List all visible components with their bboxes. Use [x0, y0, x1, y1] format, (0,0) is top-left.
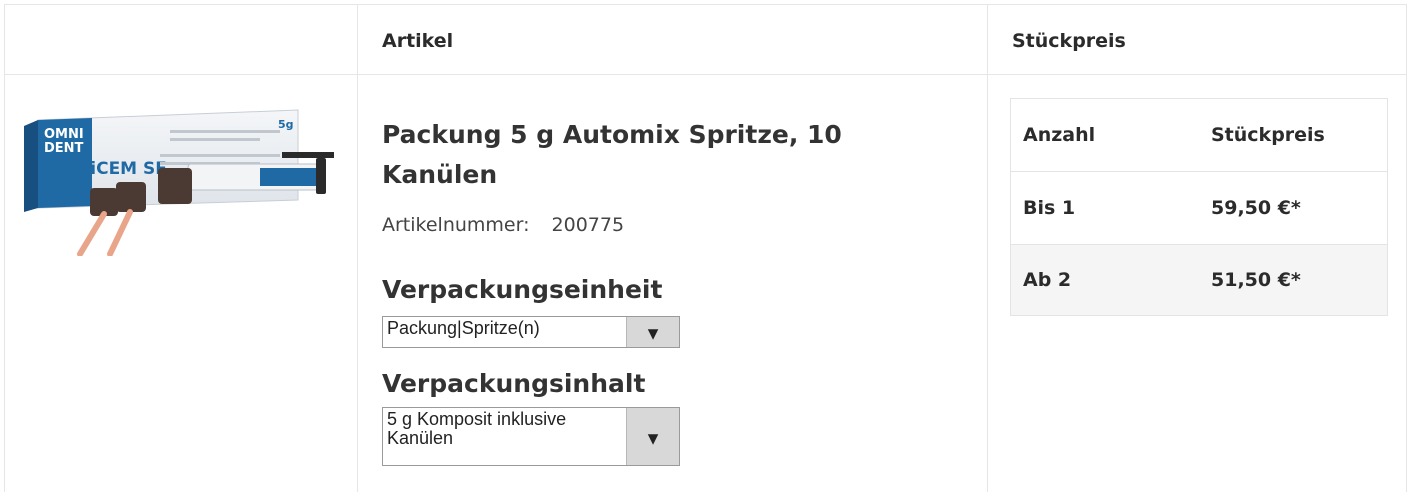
header-quantity: Anzahl	[1023, 124, 1096, 146]
svg-text:DENT: DENT	[44, 141, 84, 156]
header-price: Stückpreis	[1211, 124, 1325, 146]
packaging-unit-select[interactable]: Packung|Spritze(n) ▼	[382, 316, 680, 348]
svg-text:OMNI: OMNI	[44, 127, 84, 142]
price-row: Bis 1 59,50 €*	[1011, 172, 1387, 244]
packaging-unit-value: Packung|Spritze(n)	[387, 318, 540, 338]
price-table-header: Anzahl Stückpreis	[1011, 99, 1387, 171]
packaging-content-label: Verpackungsinhalt	[382, 369, 646, 398]
packaging-content-dropdown-arrow[interactable]: ▼	[626, 408, 679, 465]
header-unit-price: Stückpreis	[1012, 30, 1126, 52]
price-row-price: 51,50 €*	[1211, 269, 1301, 291]
article-number-label: Artikelnummer:	[382, 214, 530, 236]
tier-price-table: Anzahl Stückpreis Bis 1 59,50 €* Ab 2 51…	[1010, 98, 1388, 316]
packaging-unit-dropdown-arrow[interactable]: ▼	[626, 317, 679, 347]
triangle-down-icon: ▼	[644, 428, 662, 449]
header-article: Artikel	[382, 30, 454, 52]
product-title: Packung 5 g Automix Spritze, 10 Kanülen	[382, 120, 842, 189]
packaging-content-value: 5 g Komposit inklusive Kanülen	[387, 409, 567, 448]
price-row: Ab 2 51,50 €*	[1011, 245, 1387, 315]
price-row-price: 59,50 €*	[1211, 197, 1301, 219]
svg-text:OmniCEM SE: OmniCEM SE	[46, 159, 167, 179]
svg-text:5g: 5g	[278, 118, 294, 131]
price-row-quantity: Ab 2	[1023, 269, 1072, 291]
triangle-down-icon: ▼	[644, 323, 662, 344]
article-number-value: 200775	[551, 214, 625, 236]
price-row-quantity: Bis 1	[1023, 197, 1076, 219]
packaging-unit-label: Verpackungseinheit	[382, 275, 663, 304]
packaging-content-select[interactable]: 5 g Komposit inklusive Kanülen ▼	[382, 407, 680, 466]
product-image[interactable]: OMNI DENT OmniCEM SE 5g	[20, 108, 338, 257]
article-number: Artikelnummer: 200775	[382, 214, 624, 236]
